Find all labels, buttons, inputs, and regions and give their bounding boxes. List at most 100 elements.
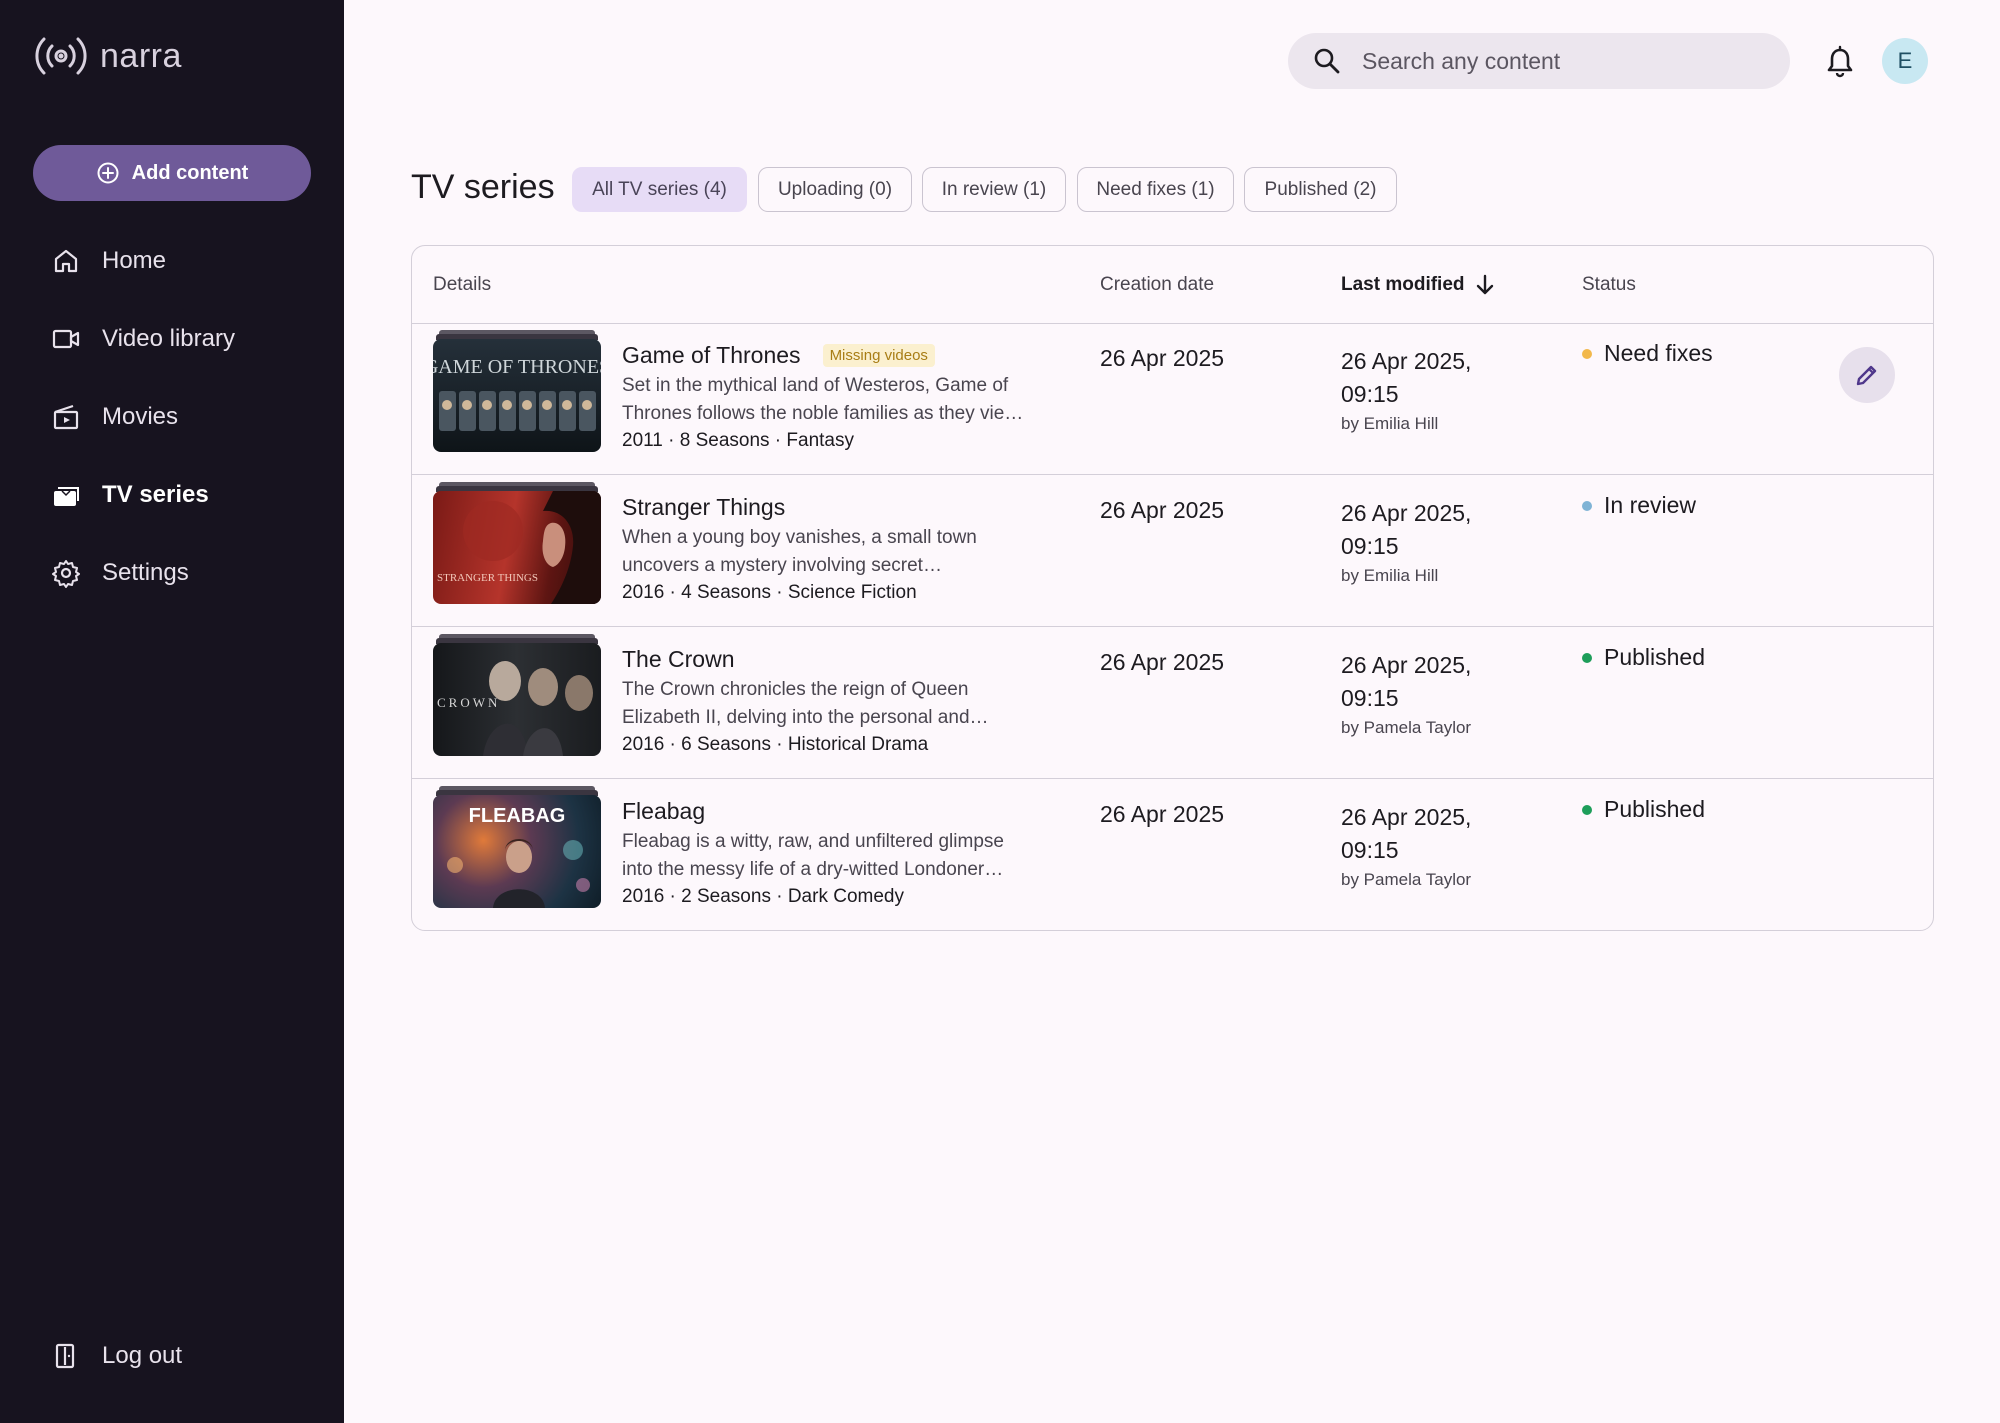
status-dot: [1582, 500, 1592, 511]
sidebar-item-label: Video library: [102, 325, 235, 352]
creation-date: 26 Apr 2025: [1100, 497, 1225, 523]
tv-stack-icon: [50, 479, 82, 511]
series-meta: 2016 · 4 Seasons · Science Fiction: [622, 582, 917, 603]
broadcast-logo-icon: [35, 37, 87, 75]
search-icon: [1314, 48, 1340, 74]
status-label: Published: [1604, 796, 1706, 822]
search-bar[interactable]: [1288, 33, 1790, 89]
sidebar-item-label: Home: [102, 247, 167, 274]
avatar[interactable]: E: [1882, 38, 1928, 84]
bell-icon: [1827, 45, 1853, 78]
series-description: Fleabag is a witty, raw, and unfiltered …: [622, 828, 1052, 884]
missing-videos-badge: Missing videos: [822, 344, 935, 367]
sidebar-item-label: Movies: [102, 403, 179, 430]
search-input[interactable]: [1362, 47, 1742, 75]
status-badge: Published: [1582, 644, 1705, 671]
sidebar-item-label: TV series: [102, 481, 209, 508]
column-creation-date[interactable]: Creation date: [1100, 274, 1214, 296]
status-dot: [1582, 804, 1592, 815]
clapperboard-icon: [50, 401, 82, 433]
last-modified: 26 Apr 2025, 09:15 by Emilia Hill: [1341, 497, 1521, 587]
add-content-button[interactable]: Add content: [33, 145, 311, 201]
thumbnail-art: FLEABAG: [447, 805, 590, 908]
sidebar-item-video-library[interactable]: Video library: [50, 319, 310, 359]
last-modified: 26 Apr 2025, 09:15 by Pamela Taylor: [1341, 801, 1521, 891]
edit-button[interactable]: [1839, 347, 1895, 403]
column-last-modified-label: Last modified: [1341, 274, 1465, 295]
series-table: Details Creation date Last modified Stat…: [411, 245, 1934, 931]
filter-all[interactable]: All TV series (4): [572, 167, 747, 212]
last-modified: 26 Apr 2025, 09:15 by Pamela Taylor: [1341, 649, 1521, 739]
filter-in-review[interactable]: In review (1): [922, 167, 1066, 212]
series-info: Fleabag Fleabag is a witty, raw, and unf…: [622, 798, 1062, 908]
description-line: Thrones follows the noble families as th…: [622, 403, 1024, 424]
sidebar-item-label: Settings: [102, 559, 189, 586]
series-info: Stranger Things When a young boy vanishe…: [622, 494, 1062, 604]
column-details: Details: [433, 274, 492, 295]
table-row[interactable]: FLEABAG Fleabag Fleabag is a witty, raw,…: [412, 780, 1933, 930]
series-title[interactable]: Fleabag: [622, 798, 705, 825]
sidebar-item-tv-series[interactable]: TV series: [50, 475, 310, 515]
modified-by: by Emilia Hill: [1341, 566, 1439, 585]
modified-by: by Emilia Hill: [1341, 414, 1439, 433]
series-title[interactable]: Stranger Things: [622, 494, 785, 521]
series-title[interactable]: Game of Thrones: [622, 342, 801, 369]
logout-button[interactable]: Log out: [50, 1336, 310, 1376]
modified-time: 09:15: [1341, 533, 1399, 559]
modified-time: 09:15: [1341, 685, 1399, 711]
modified-by: by Pamela Taylor: [1341, 870, 1472, 889]
series-meta: 2016 · 6 Seasons · Historical Drama: [622, 734, 929, 755]
sidebar-item-movies[interactable]: Movies: [50, 397, 310, 437]
table-row[interactable]: CROWN The Crown The Crown chronicles the…: [412, 628, 1933, 779]
description-line: Set in the mythical land of Westeros, Ga…: [622, 375, 1009, 396]
table-header: Details Creation date Last modified Stat…: [412, 246, 1933, 324]
filter-uploading[interactable]: Uploading (0): [758, 167, 912, 212]
modified-by: by Pamela Taylor: [1341, 718, 1472, 737]
sidebar-item-settings[interactable]: Settings: [50, 553, 310, 593]
table-row[interactable]: STRANGER THINGS Stranger Things When a y…: [412, 476, 1933, 627]
series-info: The Crown The Crown chronicles the reign…: [622, 646, 1062, 756]
logout-label: Log out: [102, 1342, 183, 1369]
modified-date: 26 Apr 2025,: [1341, 652, 1472, 678]
sidebar-item-home[interactable]: Home: [50, 241, 310, 281]
status-dot: [1582, 652, 1592, 663]
description-line: Elizabeth II, delving into the personal …: [622, 707, 989, 728]
thumbnail-title: FLEABAG: [469, 805, 566, 827]
series-thumbnail: GAME OF THRONES: [433, 330, 601, 454]
thumbnail-title: CROWN: [437, 695, 500, 710]
filter-need-fixes[interactable]: Need fixes (1): [1077, 167, 1234, 212]
modified-date: 26 Apr 2025,: [1341, 348, 1472, 374]
column-status[interactable]: Status: [1582, 274, 1636, 296]
status-badge: Need fixes: [1582, 340, 1713, 367]
thumbnail-art: STRANGER THINGS: [437, 491, 601, 604]
column-last-modified[interactable]: Last modified: [1341, 274, 1495, 296]
series-title[interactable]: The Crown: [622, 646, 734, 673]
description-line: When a young boy vanishes, a small town: [622, 527, 977, 548]
modified-date: 26 Apr 2025,: [1341, 500, 1472, 526]
thumbnail-art: CROWN: [437, 661, 593, 756]
modified-time: 09:15: [1341, 837, 1399, 863]
description-line: into the messy life of a dry-witted Lond…: [622, 859, 1004, 880]
pencil-icon: [1856, 365, 1877, 386]
modified-date: 26 Apr 2025,: [1341, 804, 1472, 830]
plus-circle-icon: [97, 162, 119, 184]
series-thumbnail: FLEABAG: [433, 786, 601, 910]
filter-published[interactable]: Published (2): [1244, 167, 1397, 212]
status-badge: Published: [1582, 796, 1705, 823]
creation-date: 26 Apr 2025: [1100, 345, 1225, 371]
description-line: The Crown chronicles the reign of Queen: [622, 679, 969, 700]
thumbnail-title: STRANGER THINGS: [437, 572, 538, 584]
modified-time: 09:15: [1341, 381, 1399, 407]
app-name: narra: [100, 36, 182, 75]
gear-icon: [50, 557, 82, 589]
home-icon: [50, 245, 82, 277]
description-line: Fleabag is a witty, raw, and unfiltered …: [622, 831, 1004, 852]
page-title: TV series: [411, 168, 555, 206]
notifications-button[interactable]: [1822, 44, 1858, 80]
arrow-down-icon: [1476, 274, 1493, 295]
status-label: Need fixes: [1604, 340, 1713, 366]
table-row[interactable]: GAME OF THRONES Game of Thrones Missing …: [412, 324, 1933, 475]
thumbnail-art: GAME OF THRONES: [433, 356, 601, 431]
app-logo[interactable]: narra: [32, 32, 182, 80]
sidebar: narra Add content Home Video library Mov…: [0, 0, 344, 1423]
